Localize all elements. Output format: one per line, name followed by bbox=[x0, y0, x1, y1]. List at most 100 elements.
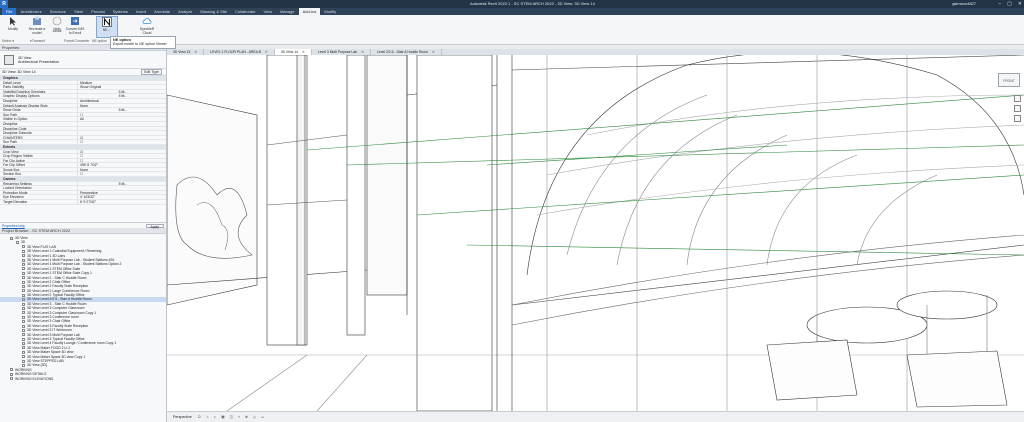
convert-ims-button[interactable]: Convert IMS to Enroll bbox=[64, 16, 86, 38]
close-tab-icon[interactable]: ✕ bbox=[194, 50, 197, 54]
close-icon[interactable]: ✕ bbox=[1018, 1, 1022, 7]
maximize-icon[interactable]: ▢ bbox=[1007, 1, 1012, 7]
view-tab-label: Level 3 Multi Purpose Lab bbox=[317, 50, 358, 54]
tab-structure[interactable]: Structure bbox=[46, 8, 70, 15]
view-icon bbox=[10, 372, 13, 376]
ne-option-panel-label: NE option bbox=[92, 39, 107, 43]
tab-add-ins[interactable]: Add-Ins bbox=[298, 8, 321, 15]
property-name: Far Clip Offset bbox=[0, 163, 78, 167]
view-icon bbox=[22, 333, 25, 337]
view-icon bbox=[22, 324, 25, 328]
recreate-model-button[interactable]: Recreate a model bbox=[26, 16, 48, 38]
tab-massing-site[interactable]: Massing & Site bbox=[196, 8, 231, 15]
type-selector[interactable]: 3D View Architectural Presentation bbox=[0, 51, 166, 69]
minimize-icon[interactable]: – bbox=[998, 1, 1001, 7]
tab-systems[interactable]: Systems bbox=[109, 8, 132, 15]
close-tab-icon[interactable]: ✕ bbox=[361, 50, 364, 54]
view-icon bbox=[10, 236, 13, 240]
property-value[interactable]: ☐ bbox=[78, 140, 166, 144]
speckle-cloud-button[interactable]: SpeckleR Cloud bbox=[136, 16, 158, 38]
property-value[interactable] bbox=[78, 131, 166, 135]
browser-item-label: 3D bbox=[21, 240, 26, 245]
property-edit-button[interactable]: Edit... bbox=[78, 108, 166, 112]
tab-architecture[interactable]: Architecture bbox=[16, 8, 45, 15]
3d-perspective-drawing bbox=[167, 55, 1024, 411]
tab-insert[interactable]: Insert bbox=[132, 8, 150, 15]
view-icon bbox=[22, 280, 25, 284]
navigation-bar bbox=[1014, 95, 1021, 122]
tab-view[interactable]: View bbox=[259, 8, 276, 15]
property-value[interactable]: ☐ bbox=[78, 172, 166, 176]
property-name: Target Elevation bbox=[0, 200, 78, 204]
tab-annotate[interactable]: Annotate bbox=[150, 8, 174, 15]
property-name: CHAINTERS bbox=[0, 135, 78, 140]
view-icon bbox=[16, 241, 19, 245]
property-value[interactable]: All bbox=[78, 117, 166, 121]
property-value[interactable]: Perspective bbox=[78, 191, 166, 195]
close-tab-icon[interactable]: ✕ bbox=[302, 50, 305, 54]
tab-manage[interactable]: Manage bbox=[276, 8, 298, 15]
3d-view-cube-icon bbox=[4, 54, 14, 65]
property-value bbox=[78, 76, 166, 80]
property-name: Discipline bbox=[0, 98, 78, 103]
pan-icon[interactable] bbox=[1014, 115, 1021, 122]
view-control-icons[interactable]: ⊡ ☼ ◐ ▦ ◫ ⌖ ⊕ ◇ ▭ bbox=[198, 415, 266, 419]
property-value[interactable]: Medium bbox=[78, 81, 166, 85]
property-value[interactable] bbox=[78, 127, 166, 131]
property-name: Eye Elevation bbox=[0, 195, 78, 200]
property-edit-button[interactable]: Edit... bbox=[78, 182, 166, 186]
projection-mode-label[interactable]: Perspective bbox=[173, 415, 192, 419]
ne-option-button[interactable]: NE ... bbox=[96, 16, 118, 38]
tab-modify[interactable]: Modify bbox=[320, 8, 340, 15]
cursor-arrow-icon bbox=[10, 17, 16, 26]
apply-button[interactable]: Apply bbox=[145, 224, 164, 229]
type-subtitle: Architectural Presentation bbox=[18, 59, 60, 64]
tab-collaborate[interactable]: Collaborate bbox=[231, 8, 259, 15]
zoom-icon[interactable] bbox=[1014, 105, 1021, 112]
view-icon bbox=[22, 355, 25, 359]
tab-steel[interactable]: Steel bbox=[70, 8, 87, 15]
property-value[interactable]: 496' 8 7/32" bbox=[78, 163, 166, 167]
view-instance-selector[interactable]: 3D View: 3D View 14 Edit Type bbox=[0, 69, 166, 76]
select-panel-label[interactable]: Select ▾ bbox=[2, 39, 14, 43]
view-icon bbox=[22, 271, 25, 275]
tab-precast[interactable]: Precast bbox=[87, 8, 109, 15]
property-value[interactable]: ☑ bbox=[78, 136, 166, 140]
property-value[interactable] bbox=[78, 186, 166, 190]
view-icon bbox=[22, 298, 25, 302]
browser-item-label: WORKING ELEVATIONS bbox=[15, 376, 54, 381]
property-value[interactable] bbox=[78, 122, 166, 126]
close-tab-icon[interactable]: ✕ bbox=[432, 50, 435, 54]
3d-view-canvas[interactable]: FRONT bbox=[167, 55, 1024, 411]
property-edit-button[interactable]: Edit... bbox=[78, 90, 166, 94]
property-value[interactable]: None bbox=[78, 104, 166, 108]
view-icon bbox=[22, 337, 25, 341]
revit-logo-icon[interactable]: R bbox=[0, 0, 8, 8]
view-icon bbox=[22, 289, 25, 293]
modify-button[interactable]: Modify bbox=[2, 16, 24, 38]
property-value[interactable]: ☐ bbox=[78, 154, 166, 158]
browser-item[interactable]: WORKING ELEVATIONS bbox=[0, 377, 166, 381]
property-name: Crop View bbox=[0, 149, 78, 154]
tab-analyze[interactable]: Analyze bbox=[174, 8, 196, 15]
property-value[interactable]: ☐ bbox=[78, 113, 166, 117]
ne-option-tooltip: NE option Export model to NE option View… bbox=[110, 36, 176, 49]
property-value[interactable]: ☑ bbox=[78, 150, 166, 154]
property-edit-button[interactable]: Edit... bbox=[78, 94, 166, 98]
property-value[interactable]: ☐ bbox=[78, 159, 166, 163]
property-value[interactable]: Show Original bbox=[78, 85, 166, 89]
property-value[interactable]: None bbox=[78, 168, 166, 172]
steering-wheel-icon[interactable] bbox=[1014, 95, 1021, 102]
view-control-bar: Perspective ⊡ ☼ ◐ ▦ ◫ ⌖ ⊕ ◇ ▭ bbox=[167, 411, 1024, 422]
user-name[interactable]: gsimson4827 bbox=[952, 1, 976, 6]
property-name: Locked Orientation bbox=[0, 186, 78, 190]
close-tab-icon[interactable]: ✕ bbox=[265, 50, 268, 54]
view-icon bbox=[22, 267, 25, 271]
property-value[interactable]: 6' 9 27/32" bbox=[78, 200, 166, 204]
edit-type-button[interactable]: Edit Type bbox=[141, 69, 162, 75]
viewcube[interactable]: FRONT bbox=[998, 73, 1020, 87]
view-icon bbox=[10, 368, 13, 372]
property-value[interactable]: 4' 103/32" bbox=[78, 195, 166, 199]
property-value[interactable]: Architectural bbox=[78, 99, 166, 103]
tab-file[interactable]: File bbox=[2, 8, 17, 15]
